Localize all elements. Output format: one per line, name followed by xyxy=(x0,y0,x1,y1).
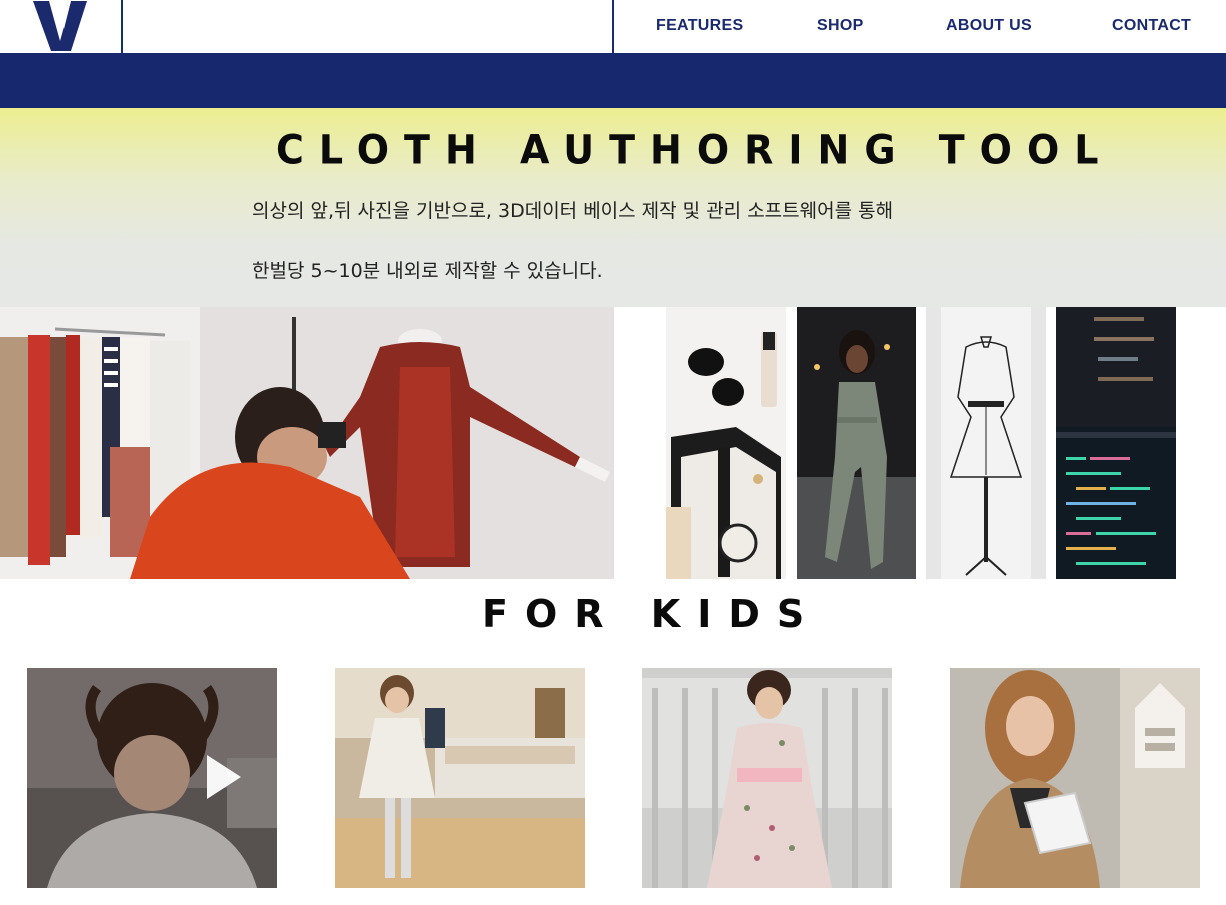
woman-jumpsuit-image xyxy=(797,307,916,579)
navy-banner-strip xyxy=(0,53,1226,108)
header-divider xyxy=(612,0,614,53)
accessories-flatlay-image xyxy=(666,307,786,579)
dress-form-sketch-image xyxy=(926,307,1046,579)
nav-about-us[interactable]: ABOUT US xyxy=(946,17,1032,35)
hero-description-line1: 의상의 앞,뒤 사진을 기반으로, 3D데이터 베이스 제작 및 관리 소프트웨… xyxy=(252,200,894,222)
code-screen-image xyxy=(1056,307,1176,579)
girl-hair-video[interactable] xyxy=(27,668,277,888)
girl-store-video[interactable] xyxy=(335,668,585,888)
photographer-mannequin-image xyxy=(0,307,614,579)
woman-tablet-video[interactable] xyxy=(950,668,1200,888)
nav-shop[interactable]: SHOP xyxy=(817,17,864,35)
hero-section: CLOTH AUTHORING TOOL 의상의 앞,뒤 사진을 기반으로, 3… xyxy=(0,108,1226,307)
header-divider xyxy=(121,0,123,53)
nav-contact[interactable]: CONTACT xyxy=(1112,17,1191,35)
site-header: FEATURES SHOP ABOUT US CONTACT xyxy=(0,0,1226,53)
v-logo-icon[interactable] xyxy=(33,1,87,51)
girl-floral-dress-video[interactable] xyxy=(642,668,892,888)
hero-description-line2: 한벌당 5~10분 내외로 제작할 수 있습니다. xyxy=(252,260,603,282)
nav-features[interactable]: FEATURES xyxy=(656,17,743,35)
play-icon[interactable] xyxy=(207,755,241,799)
for-kids-title: FOR KIDS xyxy=(482,592,822,636)
hero-title: CLOTH AUTHORING TOOL xyxy=(276,126,1114,174)
